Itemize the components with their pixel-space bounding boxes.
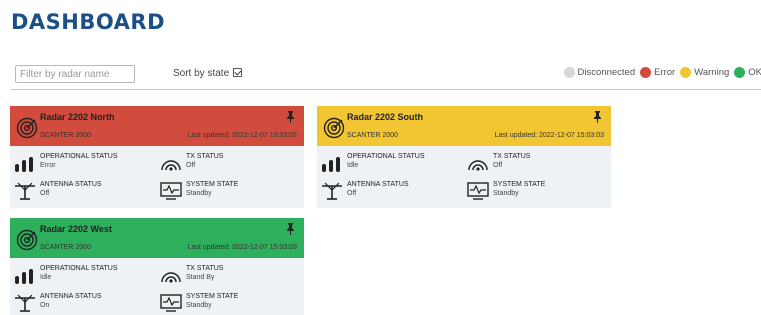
battery-bars-icon: [15, 269, 33, 284]
pin-icon[interactable]: [593, 111, 602, 123]
radar-model: SCANTER 2000: [347, 132, 398, 139]
operational-status-label: OPERATIONAL STATUS: [40, 153, 118, 160]
last-updated: Last updated: 2022-12-07 15:03:03: [187, 244, 297, 251]
signal-waves-icon: [161, 160, 181, 171]
system-state-label: SYSTEM STATE: [186, 181, 239, 188]
antenna-status-value: Off: [347, 190, 357, 197]
page-title: DASHBOARD: [11, 10, 166, 34]
tx-status-label: TX STATUS: [493, 153, 531, 160]
tx-status-value: Stand By: [186, 274, 215, 281]
radar-logo-icon: [323, 117, 345, 139]
radar-name: Radar 2202 West: [40, 224, 112, 234]
card-body: OPERATIONAL STATUS Idle TX STATUS Stand …: [10, 258, 304, 315]
battery-bars-icon: [322, 157, 340, 172]
system-state-value: Standby: [493, 190, 519, 197]
card-header: Radar 2202 South SCANTER 2000 Last updat…: [317, 106, 611, 146]
tx-status-label: TX STATUS: [186, 265, 224, 272]
system-state-label: SYSTEM STATE: [186, 293, 239, 300]
antenna-status-value: On: [40, 302, 50, 309]
warning-dot-icon: [680, 67, 692, 78]
monitor-pulse-icon: [160, 182, 182, 200]
sort-checkbox[interactable]: [233, 68, 242, 77]
monitor-pulse-icon: [467, 182, 489, 200]
antenna-icon: [15, 182, 35, 200]
ok-dot-icon: [734, 67, 746, 78]
radar-model: SCANTER 2000: [40, 244, 91, 251]
operational-status-value: Error: [40, 162, 56, 169]
tx-status-label: TX STATUS: [186, 153, 224, 160]
toolbar-divider: [11, 89, 761, 90]
system-state-value: Standby: [186, 302, 212, 309]
antenna-status-label: ANTENNA STATUS: [347, 181, 409, 188]
card-header: Radar 2202 North SCANTER 2000 Last updat…: [10, 106, 304, 146]
filter-input[interactable]: [15, 65, 135, 83]
radar-model: SCANTER 2000: [40, 132, 91, 139]
radar-logo-icon: [16, 117, 38, 139]
state-legend: Disconnected Error Warning OK: [559, 67, 761, 78]
battery-bars-icon: [15, 157, 33, 172]
legend-label: Disconnected: [577, 67, 636, 78]
antenna-status-label: ANTENNA STATUS: [40, 181, 102, 188]
operational-status-value: Idle: [40, 274, 52, 281]
last-updated: Last updated: 2022-12-07 15:03:03: [494, 132, 604, 139]
card-body: OPERATIONAL STATUS Idle TX STATUS Off AN…: [317, 146, 611, 208]
antenna-status-value: Off: [40, 190, 50, 197]
antenna-status-label: ANTENNA STATUS: [40, 293, 102, 300]
radar-name: Radar 2202 South: [347, 112, 424, 122]
radar-card-south[interactable]: Radar 2202 South SCANTER 2000 Last updat…: [317, 106, 611, 208]
legend-item-error: Error: [640, 67, 675, 78]
tx-status-value: Off: [186, 162, 196, 169]
system-state-value: Standby: [186, 190, 212, 197]
legend-label: Error: [654, 67, 676, 78]
radar-card-north[interactable]: Radar 2202 North SCANTER 2000 Last updat…: [10, 106, 304, 208]
pin-icon[interactable]: [286, 111, 295, 123]
monitor-pulse-icon: [160, 294, 182, 312]
operational-status-label: OPERATIONAL STATUS: [40, 265, 118, 272]
legend-item-ok: OK: [734, 67, 761, 78]
antenna-icon: [15, 294, 35, 312]
sort-label: Sort by state: [173, 68, 230, 79]
system-state-label: SYSTEM STATE: [493, 181, 546, 188]
pin-icon[interactable]: [286, 223, 295, 235]
error-dot-icon: [640, 67, 652, 78]
radar-name: Radar 2202 North: [40, 112, 115, 122]
disconnected-dot-icon: [563, 67, 575, 78]
legend-label: Warning: [694, 67, 730, 78]
card-header: Radar 2202 West SCANTER 2000 Last update…: [10, 218, 304, 258]
signal-waves-icon: [468, 160, 488, 171]
legend-item-disconnected: Disconnected: [563, 67, 636, 78]
radar-card-west[interactable]: Radar 2202 West SCANTER 2000 Last update…: [10, 218, 304, 315]
card-body: OPERATIONAL STATUS Error TX STATUS Off A…: [10, 146, 304, 208]
antenna-icon: [322, 182, 342, 200]
operational-status-value: Idle: [347, 162, 359, 169]
radar-logo-icon: [16, 229, 38, 251]
legend-label: OK: [748, 67, 761, 78]
tx-status-value: Off: [493, 162, 503, 169]
last-updated: Last updated: 2022-12-07 15:03:02: [187, 132, 297, 139]
toolbar: Sort by state Disconnected Error Warning…: [11, 63, 761, 90]
operational-status-label: OPERATIONAL STATUS: [347, 153, 425, 160]
legend-item-warning: Warning: [680, 67, 729, 78]
signal-waves-icon: [161, 272, 181, 283]
